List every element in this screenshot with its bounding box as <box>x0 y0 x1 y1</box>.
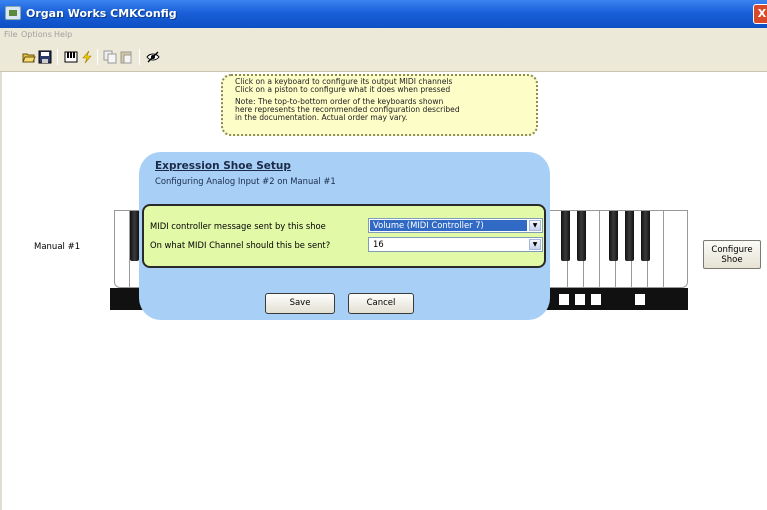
toolbar <box>0 42 767 72</box>
note-line: in the documentation. Actual order may v… <box>235 113 408 123</box>
save-button[interactable]: Save <box>265 293 335 314</box>
menu-options[interactable]: Options <box>21 30 52 39</box>
paste-icon[interactable] <box>119 50 133 64</box>
close-button[interactable]: X <box>753 4 767 24</box>
channel-select[interactable]: 16 ▼ <box>368 237 543 252</box>
controller-label: MIDI controller message sent by this sho… <box>150 221 326 231</box>
piston-button[interactable] <box>635 294 645 305</box>
controller-select-value: Volume (MIDI Controller 7) <box>370 220 527 231</box>
channel-select-value: 16 <box>373 239 384 249</box>
chevron-down-icon[interactable]: ▼ <box>529 239 541 250</box>
menu-help[interactable]: Help <box>54 30 72 39</box>
instructions-note: Click on a keyboard to configure its out… <box>221 74 538 136</box>
manual-label: Manual #1 <box>34 242 81 252</box>
channel-label: On what MIDI Channel should this be sent… <box>150 240 331 250</box>
copy-icon[interactable] <box>103 50 117 64</box>
save-icon[interactable] <box>38 50 52 64</box>
piston-button[interactable] <box>575 294 585 305</box>
configure-shoe-label: Configure <box>711 245 753 255</box>
menu-file[interactable]: File <box>4 30 17 39</box>
expression-shoe-dialog: Expression Shoe Setup Configuring Analog… <box>139 152 550 320</box>
keyboard-icon[interactable] <box>64 50 78 64</box>
configure-shoe-label: Shoe <box>721 255 743 265</box>
menu-bar: File Options Help <box>0 28 767 42</box>
note-line: Click on a piston to configure what it d… <box>235 85 451 95</box>
lightning-icon[interactable] <box>80 50 94 64</box>
title-bar: Organ Works CMKConfig X <box>0 0 767 28</box>
chevron-down-icon[interactable]: ▼ <box>529 220 541 231</box>
piston-button[interactable] <box>591 294 601 305</box>
eye-icon[interactable] <box>146 50 160 64</box>
window-title: Organ Works CMKConfig <box>26 7 177 20</box>
cancel-button[interactable]: Cancel <box>348 293 414 314</box>
controller-select[interactable]: Volume (MIDI Controller 7) ▼ <box>368 218 543 233</box>
dialog-subtitle: Configuring Analog Input #2 on Manual #1 <box>155 176 336 186</box>
piston-button[interactable] <box>559 294 569 305</box>
dialog-title: Expression Shoe Setup <box>155 160 291 172</box>
open-icon[interactable] <box>22 50 36 64</box>
settings-panel: MIDI controller message sent by this sho… <box>142 204 546 268</box>
configure-shoe-button[interactable]: Configure Shoe <box>703 240 761 269</box>
app-icon <box>5 6 21 20</box>
